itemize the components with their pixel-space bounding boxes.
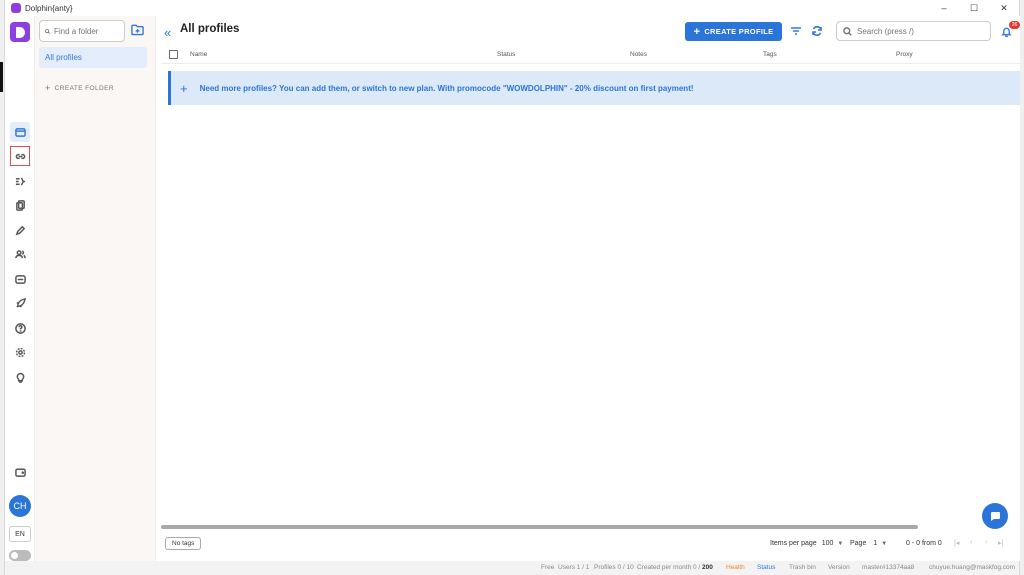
browser-profiles-icon[interactable] (10, 122, 30, 142)
folder-search-field[interactable] (39, 20, 125, 42)
next-page-icon[interactable]: › (985, 539, 987, 546)
created-per-month: Created per month 0 / 200 (637, 564, 713, 571)
items-per-page-label: Items per page (770, 540, 817, 547)
notification-badge: 26 (1009, 21, 1020, 29)
icon-rail: CH EN (5, 16, 35, 561)
folders-panel: All profiles + CREATE FOLDER (35, 16, 156, 561)
theme-toggle[interactable] (9, 550, 31, 561)
minimize-button[interactable]: – (929, 0, 959, 16)
app-window: Dolphin{anty} – ☐ ✕ CH EN Find a folder … (4, 0, 1020, 575)
create-folder-button[interactable]: + CREATE FOLDER (45, 83, 114, 93)
chevron-down-icon[interactable]: ▼ (881, 541, 887, 547)
column-tags[interactable]: Tags (763, 51, 777, 58)
search-icon (843, 26, 852, 36)
support-chat-button[interactable] (982, 503, 1008, 529)
prev-page-icon[interactable]: ‹ (970, 539, 972, 546)
first-page-icon[interactable]: |◂ (954, 539, 959, 547)
page-title: All profiles (180, 23, 240, 35)
profiles-table-header: Name Status Notes Tags Proxy (161, 46, 1020, 64)
close-button[interactable]: ✕ (989, 0, 1019, 16)
window-title: Dolphin{anty} (25, 3, 73, 13)
promo-banner-text: Need more profiles? You can add them, or… (199, 83, 694, 93)
table-footer: No tags Items per page 100 ▼ Page 1 ▼ 0 … (161, 532, 1020, 554)
promo-banner[interactable]: + Need more profiles? You can add them, … (168, 71, 1020, 105)
user-avatar[interactable]: CH (9, 495, 31, 517)
create-profile-button[interactable]: + CREATE PROFILE (685, 22, 782, 41)
page-selector: Page 1 ▼ (850, 540, 887, 547)
lightbulb-icon[interactable] (10, 367, 30, 387)
page-range: 0 - 0 from 0 (906, 540, 942, 547)
dolphin-logo[interactable] (10, 22, 30, 42)
add-folder-icon[interactable] (131, 23, 145, 37)
profile-search-input[interactable] (857, 26, 987, 36)
horizontal-scrollbar[interactable] (161, 525, 918, 529)
health-link[interactable]: Health (726, 564, 745, 571)
users-count: Users 1 / 1 (558, 564, 590, 571)
items-per-page: Items per page 100 ▼ (770, 540, 843, 547)
language-switcher[interactable]: EN (9, 526, 31, 542)
proxies-link-icon[interactable] (10, 146, 30, 166)
maximize-button[interactable]: ☐ (959, 0, 989, 16)
profiles-count: Profiles 0 / 10 (594, 564, 634, 571)
main-content: « All profiles + CREATE PROFILE 26 Name … (156, 16, 1020, 561)
folder-search-input[interactable] (54, 26, 124, 36)
users-icon[interactable] (10, 244, 30, 264)
column-status[interactable]: Status (497, 51, 515, 58)
search-icon (45, 28, 50, 34)
title-bar: Dolphin{anty} – ☐ ✕ (5, 0, 1019, 16)
plan-label: Free (541, 564, 555, 571)
plus-icon: + (693, 25, 701, 38)
page-select[interactable]: 1 (873, 540, 877, 547)
user-email: chuyue.huang@maskfog.com (929, 564, 1016, 571)
create-folder-label: CREATE FOLDER (54, 84, 114, 92)
automation-icon[interactable] (10, 171, 30, 191)
rocket-icon[interactable] (10, 293, 30, 313)
plus-icon: + (45, 83, 51, 93)
items-per-page-select[interactable]: 100 (822, 540, 834, 547)
chat-icon (991, 512, 1000, 521)
column-proxy[interactable]: Proxy (896, 51, 913, 58)
status-link[interactable]: Status (757, 564, 775, 571)
trash-bin-link[interactable]: Trash bin (789, 564, 816, 571)
version-label: Version (828, 564, 850, 571)
outer-right-edge (1020, 0, 1024, 575)
outer-left-bar (0, 62, 3, 92)
copy-profiles-icon[interactable] (10, 195, 30, 215)
page-label: Page (850, 540, 867, 547)
no-tags-chip[interactable]: No tags (165, 537, 202, 550)
settings-gear-icon[interactable] (10, 342, 30, 362)
window-controls: – ☐ ✕ (929, 0, 1019, 16)
filter-icon[interactable] (790, 24, 804, 38)
created-per-month-label: Created per month 0 / (637, 564, 701, 571)
help-icon[interactable] (10, 318, 30, 338)
dolphin-app-icon (11, 3, 21, 13)
collapse-sidebar-icon[interactable]: « (164, 25, 171, 40)
refresh-icon[interactable] (811, 24, 825, 38)
extensions-icon[interactable] (10, 220, 30, 240)
wallet-icon[interactable] (10, 462, 30, 482)
select-all-checkbox[interactable] (169, 50, 178, 59)
folder-all-profiles[interactable]: All profiles (39, 47, 147, 68)
profile-search-field[interactable] (836, 21, 991, 41)
plus-icon: + (180, 80, 188, 96)
create-profile-label: CREATE PROFILE (704, 27, 774, 36)
column-notes[interactable]: Notes (630, 51, 647, 58)
build-label: master#13374aa8 (862, 564, 915, 571)
created-per-month-limit: 200 (702, 564, 713, 571)
last-page-icon[interactable]: ▸| (998, 539, 1003, 547)
status-bar: Free Users 1 / 1 Profiles 0 / 10 Created… (5, 561, 1019, 575)
api-icon[interactable] (10, 269, 30, 289)
column-name[interactable]: Name (190, 51, 207, 58)
logo-mark (15, 26, 25, 38)
chevron-down-icon[interactable]: ▼ (837, 541, 843, 547)
